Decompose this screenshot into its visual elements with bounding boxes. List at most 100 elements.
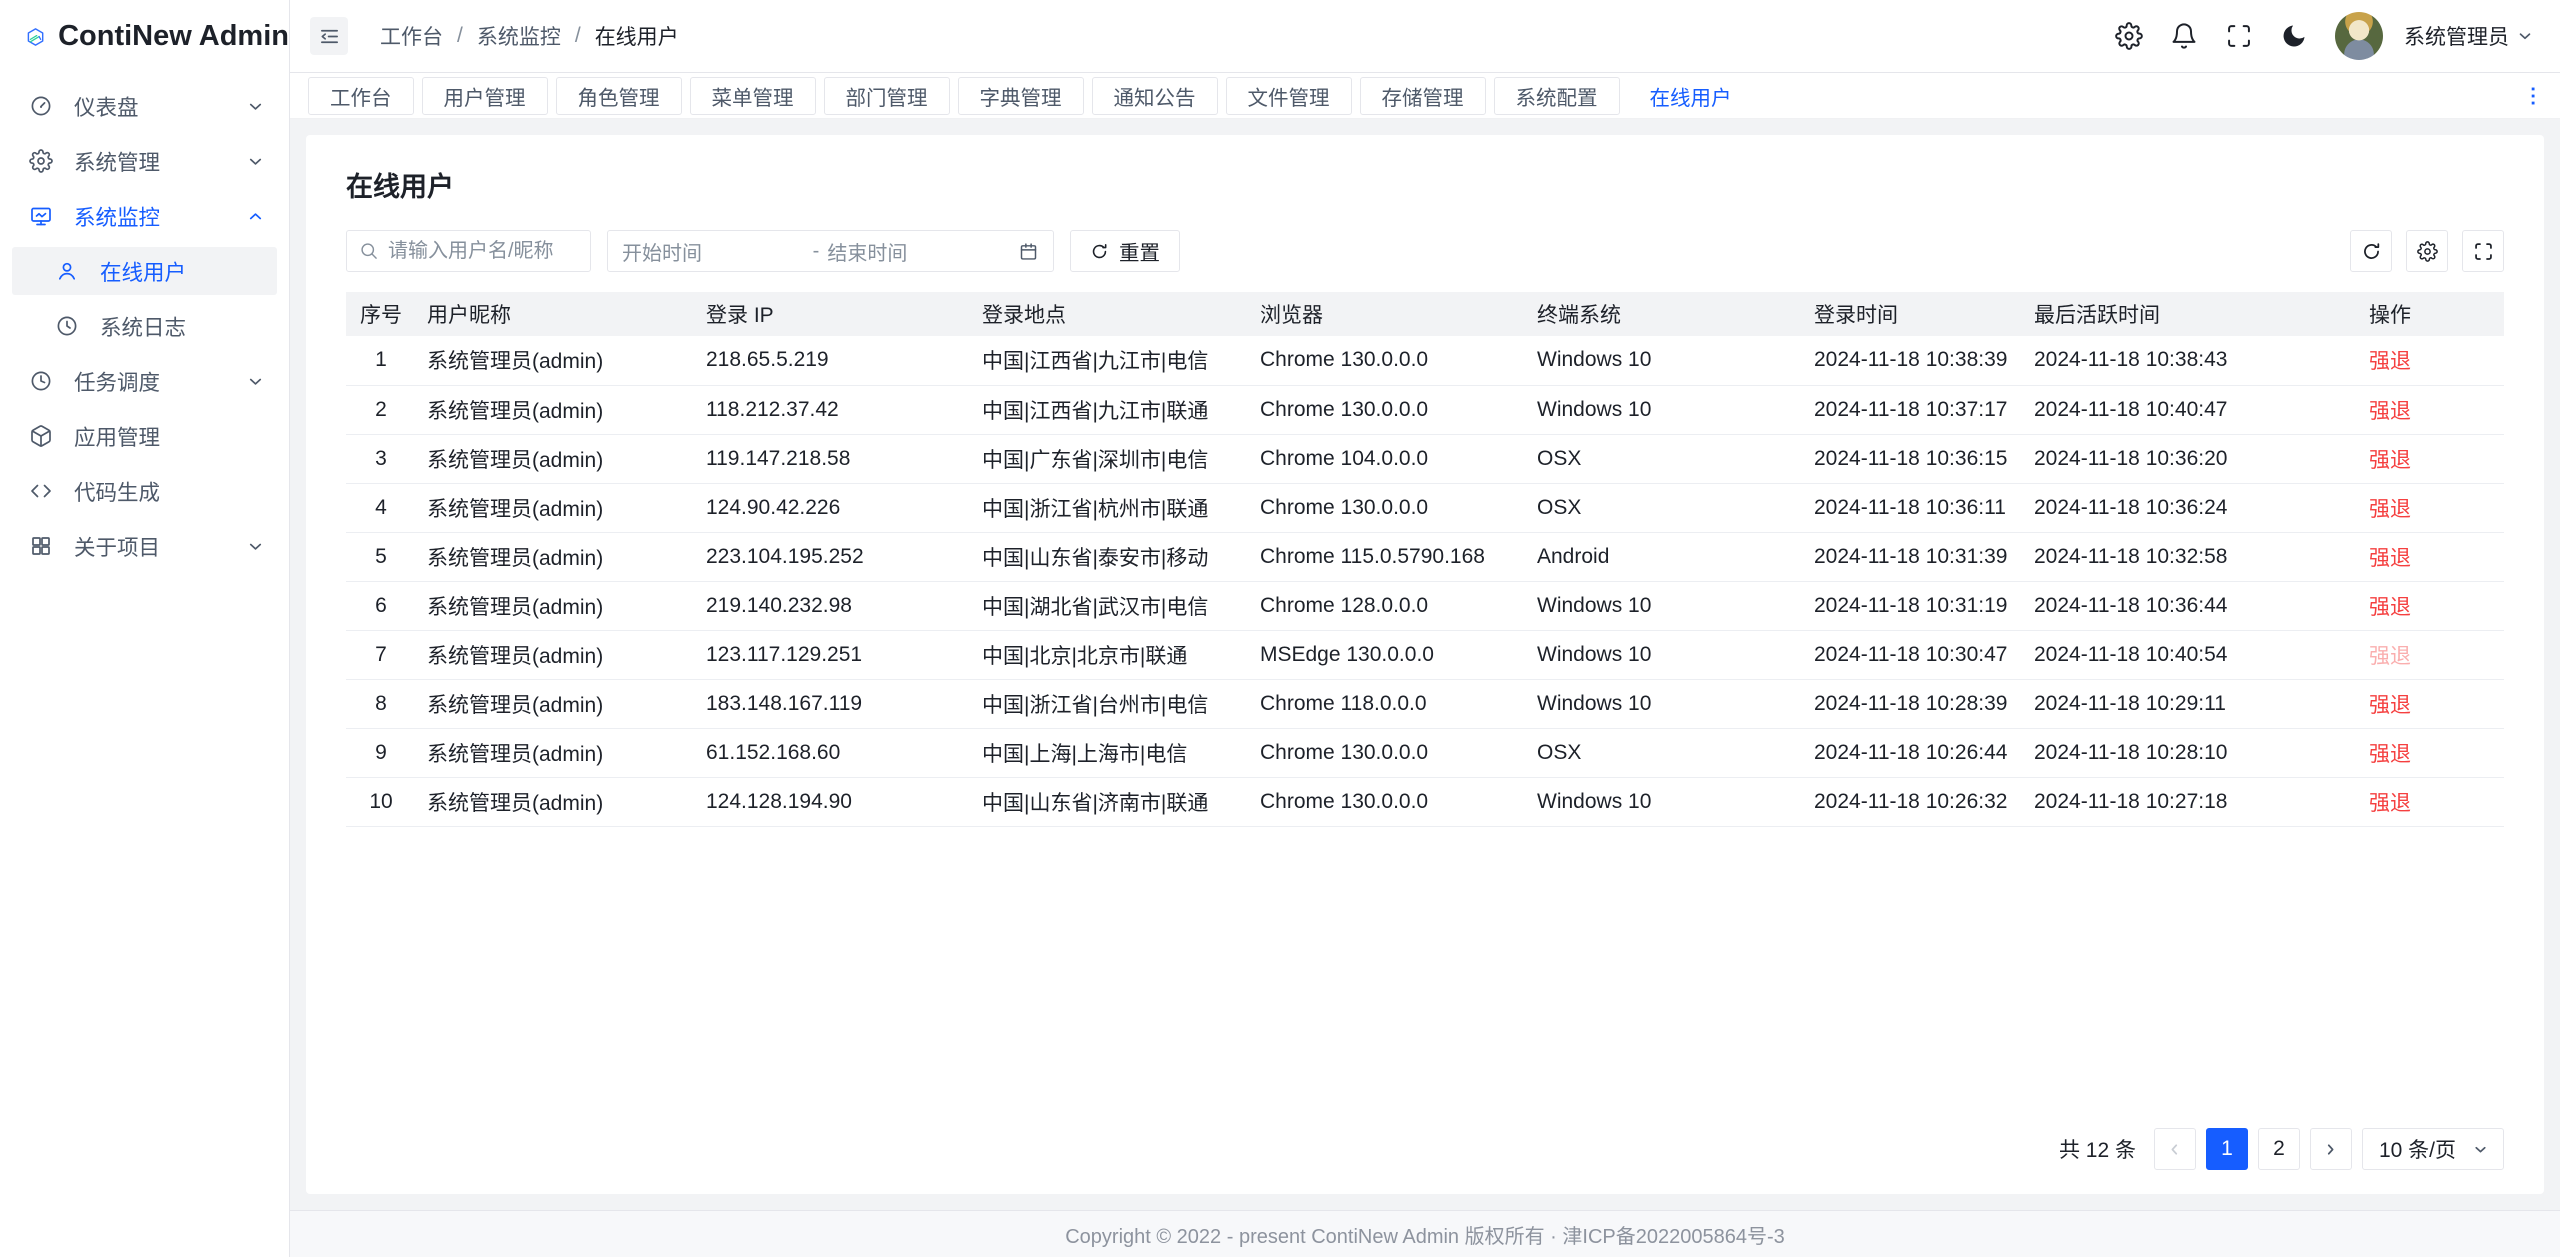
- force-logout-link[interactable]: 强退: [2369, 694, 2411, 717]
- dashboard-icon: [29, 94, 53, 118]
- sidebar-item-1[interactable]: 系统管理: [12, 137, 277, 185]
- cell-login_time: 2024-11-18 10:26:44: [1803, 728, 2023, 777]
- cell-ip: 123.117.129.251: [695, 630, 971, 679]
- date-range-picker[interactable]: 开始时间 - 结束时间: [607, 230, 1054, 272]
- tab-10[interactable]: 在线用户: [1628, 77, 1754, 115]
- reset-button[interactable]: 重置: [1070, 230, 1180, 272]
- breadcrumb-item[interactable]: 工作台: [380, 21, 443, 51]
- tab-6[interactable]: 通知公告: [1092, 77, 1218, 115]
- force-logout-link[interactable]: 强退: [2369, 449, 2411, 472]
- tab-4[interactable]: 部门管理: [824, 77, 950, 115]
- table-fullscreen-button[interactable]: [2462, 230, 2504, 272]
- maximize-icon: [2225, 22, 2253, 50]
- cell-last_active_time: 2024-11-18 10:38:43: [2023, 336, 2358, 385]
- cell-os: Windows 10: [1526, 385, 1803, 434]
- sidebar-item-label: 任务调度: [74, 366, 246, 397]
- sidebar-item-7[interactable]: 代码生成: [12, 467, 277, 515]
- user-menu[interactable]: 系统管理员: [2404, 21, 2534, 51]
- menu-collapse-button[interactable]: [310, 17, 348, 55]
- cell-location: 中国|北京|北京市|联通: [971, 630, 1249, 679]
- pagination-next-button[interactable]: [2310, 1128, 2352, 1170]
- table-toolbar: [2350, 230, 2504, 272]
- cell-ip: 223.104.195.252: [695, 532, 971, 581]
- cell-login_time: 2024-11-18 10:26:32: [1803, 777, 2023, 826]
- cell-nickname: 系统管理员(admin): [416, 434, 695, 483]
- force-logout-link[interactable]: 强退: [2369, 547, 2411, 570]
- cell-ip: 118.212.37.42: [695, 385, 971, 434]
- column-header-actions: 操作: [2358, 292, 2504, 336]
- search-input[interactable]: [388, 240, 578, 263]
- tab-more-button[interactable]: [2520, 83, 2546, 109]
- settings-button[interactable]: [2115, 22, 2143, 50]
- page-title: 在线用户: [346, 165, 2504, 204]
- cell-login_time: 2024-11-18 10:28:39: [1803, 679, 2023, 728]
- pagination-prev-button[interactable]: [2154, 1128, 2196, 1170]
- force-logout-link[interactable]: 强退: [2369, 400, 2411, 423]
- cell-ip: 218.65.5.219: [695, 336, 971, 385]
- cell-location: 中国|江西省|九江市|电信: [971, 336, 1249, 385]
- sidebar-item-2[interactable]: 系统监控: [12, 192, 277, 240]
- breadcrumb-item[interactable]: 系统监控: [477, 21, 561, 51]
- table-row: 2系统管理员(admin)118.212.37.42中国|江西省|九江市|联通C…: [346, 385, 2504, 434]
- breadcrumb-separator: /: [575, 24, 581, 48]
- cell-location: 中国|湖北省|武汉市|电信: [971, 581, 1249, 630]
- tabs-container: 工作台用户管理角色管理菜单管理部门管理字典管理通知公告文件管理存储管理系统配置在…: [308, 77, 1754, 115]
- table-row: 10系统管理员(admin)124.128.194.90中国|山东省|济南市|联…: [346, 777, 2504, 826]
- cell-login_time: 2024-11-18 10:36:15: [1803, 434, 2023, 483]
- main-column: 工作台 / 系统监控 / 在线用户: [290, 0, 2560, 1257]
- sidebar-item-4[interactable]: 系统日志: [12, 302, 277, 350]
- pagination-page-2[interactable]: 2: [2258, 1128, 2300, 1170]
- table-refresh-button[interactable]: [2350, 230, 2392, 272]
- table-settings-button[interactable]: [2406, 230, 2448, 272]
- menu-fold-icon: [318, 25, 341, 48]
- sidebar-item-0[interactable]: 仪表盘: [12, 82, 277, 130]
- force-logout-link[interactable]: 强退: [2369, 596, 2411, 619]
- date-start-placeholder: 开始时间: [622, 237, 805, 266]
- sidebar-item-6[interactable]: 应用管理: [12, 412, 277, 460]
- copyright-text: Copyright © 2022 - present ContiNew Admi…: [1065, 1220, 1785, 1249]
- dark-mode-toggle[interactable]: [2280, 22, 2308, 50]
- force-logout-link[interactable]: 强退: [2369, 645, 2411, 668]
- cell-location: 中国|浙江省|杭州市|联通: [971, 483, 1249, 532]
- page-size-select[interactable]: 10 条/页: [2362, 1128, 2504, 1170]
- sidebar-item-5[interactable]: 任务调度: [12, 357, 277, 405]
- force-logout-link[interactable]: 强退: [2369, 743, 2411, 766]
- cell-os: Windows 10: [1526, 336, 1803, 385]
- tab-1[interactable]: 用户管理: [422, 77, 548, 115]
- search-input-wrapper: [346, 230, 591, 272]
- force-logout-link[interactable]: 强退: [2369, 792, 2411, 815]
- cell-os: OSX: [1526, 483, 1803, 532]
- fullscreen-button[interactable]: [2225, 22, 2253, 50]
- cell-ip: 124.128.194.90: [695, 777, 971, 826]
- avatar[interactable]: [2335, 12, 2383, 60]
- sidebar-item-label: 系统日志: [100, 311, 265, 342]
- sidebar-item-8[interactable]: 关于项目: [12, 522, 277, 570]
- app-title: ContiNew Admin: [58, 20, 289, 53]
- tab-0[interactable]: 工作台: [308, 77, 414, 115]
- tab-2[interactable]: 角色管理: [556, 77, 682, 115]
- app-logo[interactable]: ContiNew Admin: [0, 0, 289, 73]
- monitor-icon: [29, 204, 53, 228]
- pagination-page-1[interactable]: 1: [2206, 1128, 2248, 1170]
- sidebar-item-3[interactable]: 在线用户: [12, 247, 277, 295]
- force-logout-link[interactable]: 强退: [2369, 498, 2411, 521]
- topbar: 工作台 / 系统监控 / 在线用户: [290, 0, 2560, 73]
- tab-8[interactable]: 存储管理: [1360, 77, 1486, 115]
- maximize-icon: [2473, 241, 2494, 262]
- content-area: 在线用户 开始时间 - 结束时间: [290, 119, 2560, 1210]
- force-logout-link[interactable]: 强退: [2369, 350, 2411, 373]
- tab-7[interactable]: 文件管理: [1226, 77, 1352, 115]
- cell-seq: 6: [346, 581, 416, 630]
- online-users-table: 序号 用户昵称 登录 IP 登录地点 浏览器 终端系统 登录时间 最后活跃时间 …: [346, 292, 2504, 827]
- tab-3[interactable]: 菜单管理: [690, 77, 816, 115]
- column-header-nickname: 用户昵称: [416, 292, 695, 336]
- table-row: 4系统管理员(admin)124.90.42.226中国|浙江省|杭州市|联通C…: [346, 483, 2504, 532]
- cell-last_active_time: 2024-11-18 10:36:24: [2023, 483, 2358, 532]
- pagination-total: 共 12 条: [2059, 1134, 2136, 1164]
- chevron-down-icon: [2516, 27, 2534, 45]
- tab-5[interactable]: 字典管理: [958, 77, 1084, 115]
- notifications-button[interactable]: [2170, 22, 2198, 50]
- tab-9[interactable]: 系统配置: [1494, 77, 1620, 115]
- topbar-actions: 系统管理员: [2115, 12, 2534, 60]
- gear-icon: [29, 149, 53, 173]
